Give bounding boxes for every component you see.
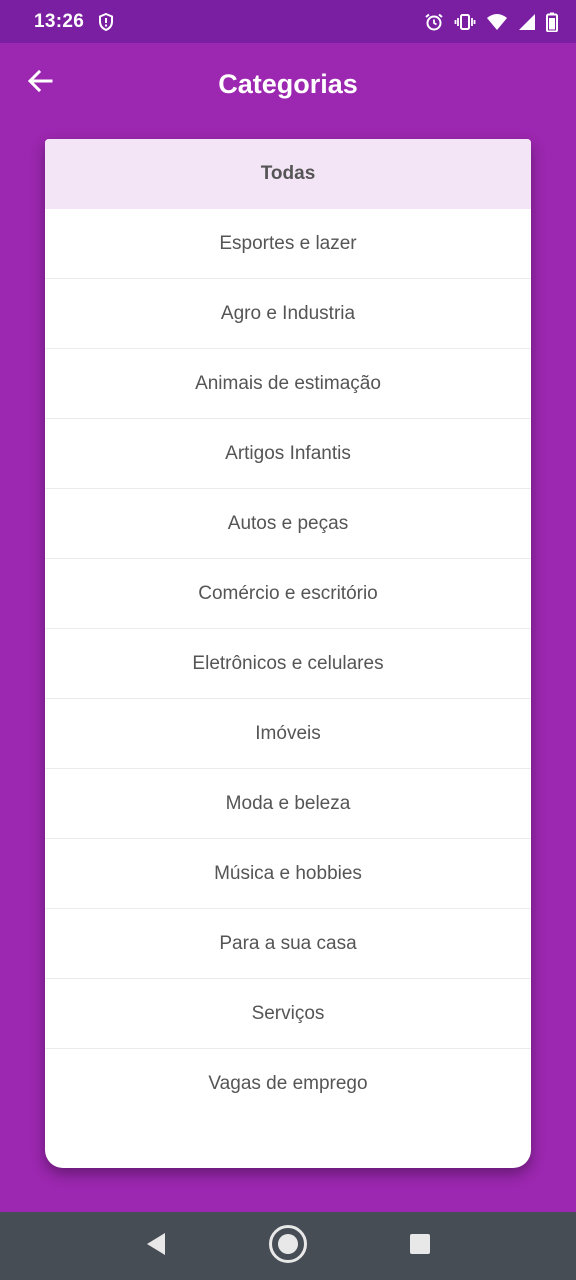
category-item-casa[interactable]: Para a sua casa <box>45 909 531 979</box>
category-item-servicos[interactable]: Serviços <box>45 979 531 1049</box>
category-item-animais[interactable]: Animais de estimação <box>45 349 531 419</box>
vibrate-icon <box>454 12 476 32</box>
category-item-vagas[interactable]: Vagas de emprego <box>45 1049 531 1119</box>
nav-home-button[interactable] <box>263 1221 313 1271</box>
category-item-infantis[interactable]: Artigos Infantis <box>45 419 531 489</box>
category-label: Para a sua casa <box>219 932 357 954</box>
recents-square-icon <box>409 1233 431 1260</box>
signal-icon <box>518 13 536 31</box>
category-label: Eletrônicos e celulares <box>192 652 384 674</box>
category-item-todas[interactable]: Todas <box>45 139 531 209</box>
category-list-card: Todas Esportes e lazer Agro e Industria … <box>45 139 531 1168</box>
nav-recents-button[interactable] <box>395 1221 445 1271</box>
wifi-icon <box>486 13 508 31</box>
category-label: Agro e Industria <box>220 302 356 324</box>
category-label: Imóveis <box>255 722 321 744</box>
back-triangle-icon <box>145 1232 167 1261</box>
category-label: Autos e peças <box>227 512 349 534</box>
shield-alert-icon <box>98 12 116 32</box>
home-circle-icon <box>268 1224 308 1269</box>
status-time: 13:26 <box>34 10 85 32</box>
nav-back-button[interactable] <box>131 1221 181 1271</box>
status-icons <box>424 12 558 32</box>
category-label: Música e hobbies <box>214 862 362 884</box>
back-button[interactable] <box>22 65 58 101</box>
category-label: Esportes e lazer <box>219 232 357 254</box>
category-label: Serviços <box>251 1002 325 1024</box>
app-bar: Categorias <box>0 43 576 125</box>
battery-icon <box>546 12 558 32</box>
category-item-agro[interactable]: Agro e Industria <box>45 279 531 349</box>
category-label: Animais de estimação <box>195 372 381 394</box>
category-item-moda[interactable]: Moda e beleza <box>45 769 531 839</box>
category-label: Artigos Infantis <box>225 442 351 464</box>
category-item-esportes[interactable]: Esportes e lazer <box>45 209 531 279</box>
category-label: Vagas de emprego <box>208 1073 368 1094</box>
category-label: Comércio e escritório <box>198 582 378 604</box>
category-item-autos[interactable]: Autos e peças <box>45 489 531 559</box>
category-item-imoveis[interactable]: Imóveis <box>45 699 531 769</box>
system-nav-bar <box>0 1212 576 1280</box>
category-item-comercio[interactable]: Comércio e escritório <box>45 559 531 629</box>
status-bar: 13:26 <box>0 0 576 43</box>
page-title: Categorias <box>218 68 358 99</box>
category-item-eletronicos[interactable]: Eletrônicos e celulares <box>45 629 531 699</box>
alarm-icon <box>424 12 444 32</box>
category-label: Todas <box>260 163 316 184</box>
category-label: Moda e beleza <box>225 792 351 814</box>
category-item-musica[interactable]: Música e hobbies <box>45 839 531 909</box>
arrow-back-icon <box>27 68 53 99</box>
